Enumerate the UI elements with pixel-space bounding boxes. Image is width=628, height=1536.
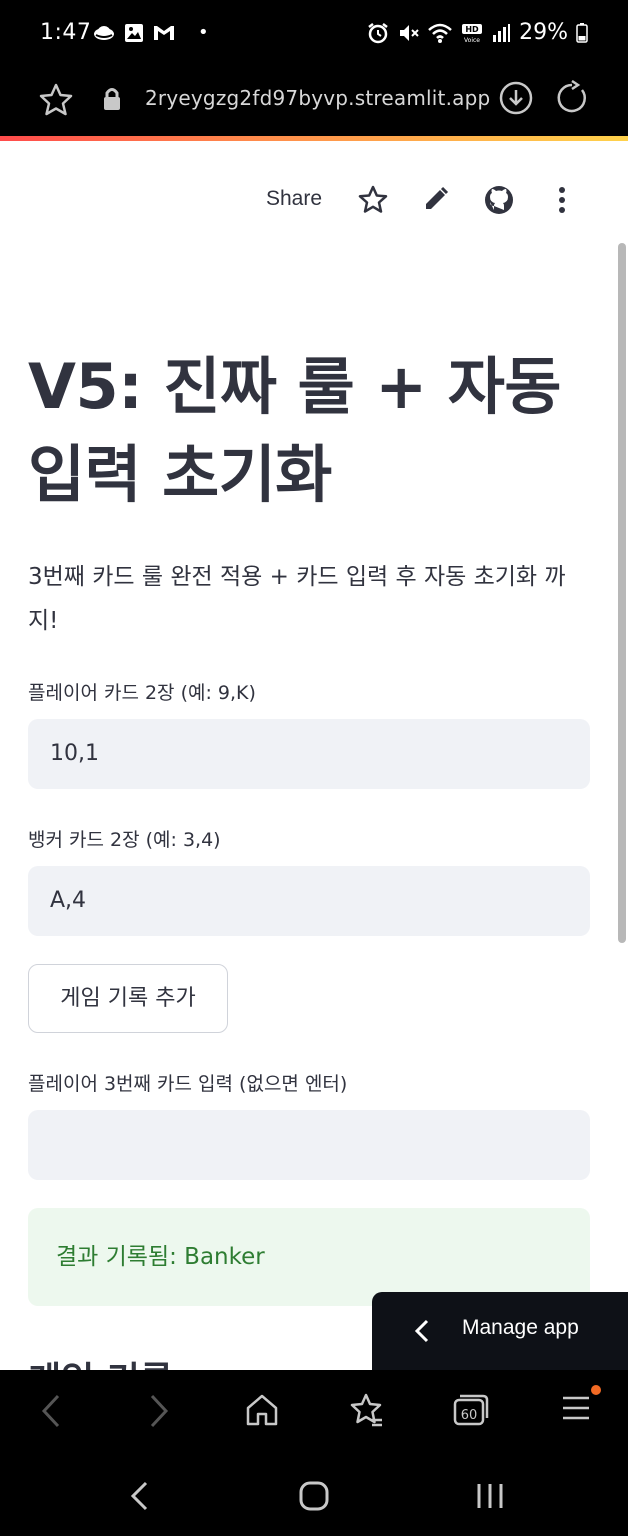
menu-badge-dot <box>591 1385 601 1395</box>
player-third-card-label: 플레이어 3번째 카드 입력 (없으면 엔터) <box>28 1073 348 1095</box>
battery-percent: 29% <box>519 20 568 45</box>
player-third-card-input[interactable] <box>28 1110 590 1180</box>
bookmarks-icon[interactable] <box>348 1392 384 1428</box>
mute-icon <box>400 24 419 41</box>
game-history-heading: 게임 기록 <box>28 1351 173 1370</box>
manage-app-button[interactable]: Manage app <box>372 1292 628 1370</box>
wifi-icon <box>428 23 452 43</box>
notification-dot: • <box>198 22 209 43</box>
system-recents-icon[interactable] <box>474 1480 506 1512</box>
github-icon[interactable] <box>484 185 514 215</box>
page-subtitle: 3번째 카드 룰 완전 적용 + 카드 입력 후 자동 초기화 까지! <box>28 564 566 634</box>
status-time: 1:47 <box>40 20 92 45</box>
svg-text:Voice: Voice <box>464 37 480 44</box>
edit-icon[interactable] <box>422 185 450 213</box>
lock-icon <box>104 88 120 110</box>
signal-icon <box>493 23 511 42</box>
manage-app-label: Manage app <box>462 1316 579 1339</box>
page-title: V5: 진짜 룰 + 자동 입력 초기화 <box>28 350 561 511</box>
bookmark-star-icon[interactable] <box>38 82 74 118</box>
player-cards-input[interactable]: 10,1 <box>28 719 590 789</box>
gmail-icon <box>154 25 174 40</box>
alarm-icon <box>368 22 388 43</box>
star-icon[interactable] <box>358 185 388 215</box>
download-icon[interactable] <box>498 80 534 116</box>
tabs-icon[interactable]: 60 <box>452 1392 490 1428</box>
system-navigation-bar <box>0 1452 628 1536</box>
image-icon <box>125 23 143 42</box>
status-left-icons: • <box>92 22 209 43</box>
share-button[interactable]: Share <box>266 187 322 211</box>
app-toolbar: Share <box>0 181 628 221</box>
svg-text:60: 60 <box>461 1408 478 1423</box>
banker-cards-label: 뱅커 카드 2장 (예: 3,4) <box>28 829 221 851</box>
back-icon[interactable] <box>38 1392 64 1430</box>
home-icon[interactable] <box>244 1392 280 1428</box>
forward-icon[interactable] <box>146 1392 172 1430</box>
banker-cards-input[interactable]: A,4 <box>28 866 590 936</box>
system-home-icon[interactable] <box>298 1480 330 1512</box>
browser-bottom-bar: 60 <box>0 1370 628 1452</box>
streamlit-app: Share V5: 진짜 룰 + 자동 입력 초기화 3번째 카드 룰 완전 적… <box>0 141 628 1370</box>
weather-icon <box>94 25 114 40</box>
hd-voice-icon: HD Voice <box>462 23 483 44</box>
svg-text:HD: HD <box>465 25 479 34</box>
more-menu-icon[interactable] <box>548 185 576 215</box>
add-game-record-button[interactable]: 게임 기록 추가 <box>28 964 228 1033</box>
player-cards-label: 플레이어 카드 2장 (예: 9,K) <box>28 682 256 704</box>
scrollbar[interactable] <box>618 243 626 943</box>
status-right-icons: HD Voice 29% <box>367 20 588 45</box>
status-bar: 1:47 • HD Voice 29% <box>0 0 628 68</box>
url-text[interactable]: 2ryeygzg2fd97byvp.streamlit.app <box>145 86 490 110</box>
system-back-icon[interactable] <box>128 1480 150 1512</box>
chevron-left-icon <box>414 1319 429 1343</box>
reload-icon[interactable] <box>554 80 590 116</box>
menu-icon[interactable] <box>560 1392 592 1424</box>
battery-icon <box>576 22 588 43</box>
browser-url-bar: 2ryeygzg2fd97byvp.streamlit.app <box>0 68 628 136</box>
